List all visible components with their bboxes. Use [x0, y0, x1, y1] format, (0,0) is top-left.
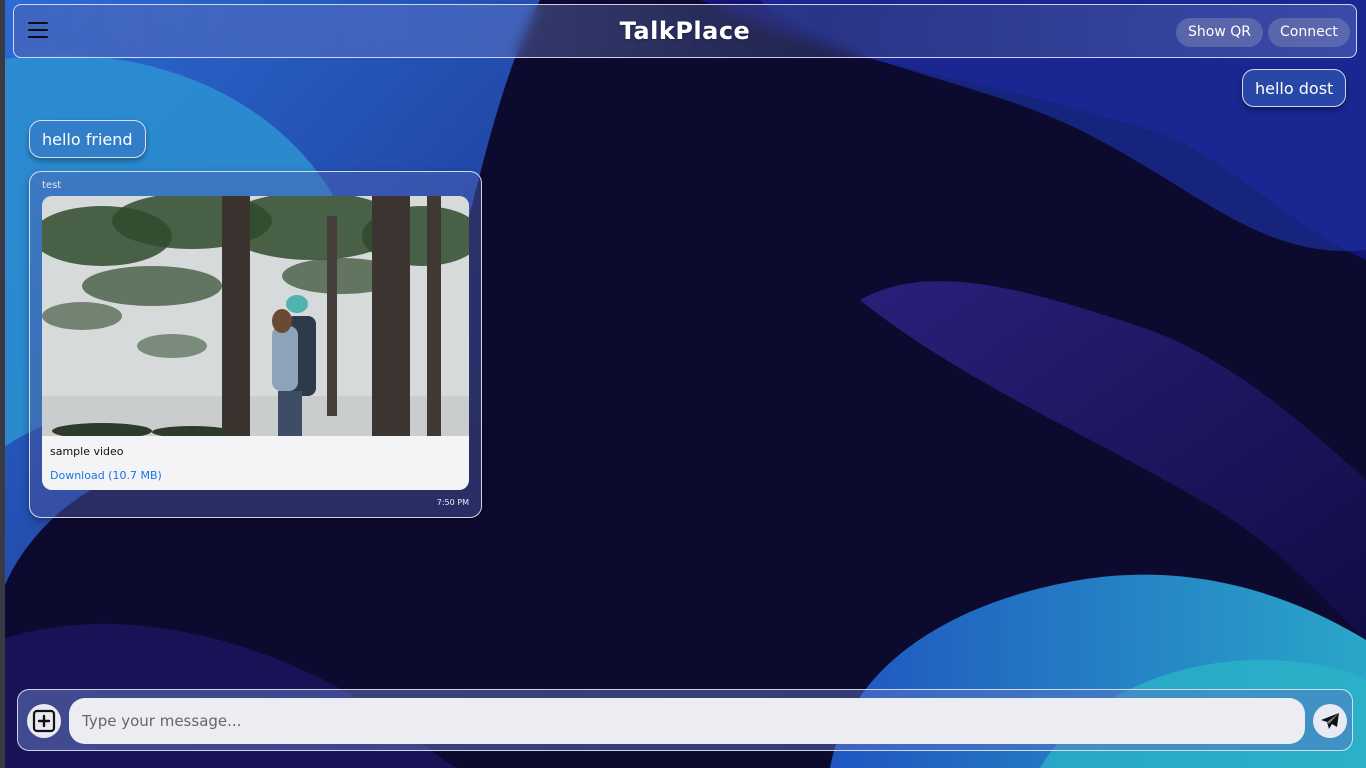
file-name: sample video [50, 445, 124, 458]
show-qr-button[interactable]: Show QR [1176, 18, 1263, 47]
connect-button[interactable]: Connect [1268, 18, 1350, 47]
plus-square-icon [32, 709, 56, 733]
video-thumbnail[interactable] [42, 196, 469, 436]
message-composer [17, 689, 1353, 751]
paper-plane-icon [1321, 713, 1339, 729]
message-input[interactable] [69, 698, 1305, 744]
file-attachment: sample video Download (10.7 MB) [42, 196, 469, 490]
top-header-bar: TalkPlace Show QR Connect [13, 4, 1357, 58]
send-button[interactable] [1313, 704, 1347, 738]
app-title: TalkPlace [619, 17, 751, 45]
sender-name: test [42, 180, 62, 191]
incoming-message-bubble: hello friend [29, 120, 146, 158]
window-left-edge [0, 0, 5, 768]
file-message-card: test sample video Download (10.7 MB) 7:5… [29, 171, 482, 518]
download-link[interactable]: Download (10.7 MB) [50, 469, 162, 482]
outgoing-message-bubble: hello dost [1242, 69, 1347, 107]
message-timestamp: 7:50 PM [436, 498, 469, 507]
attach-button[interactable] [27, 704, 61, 738]
